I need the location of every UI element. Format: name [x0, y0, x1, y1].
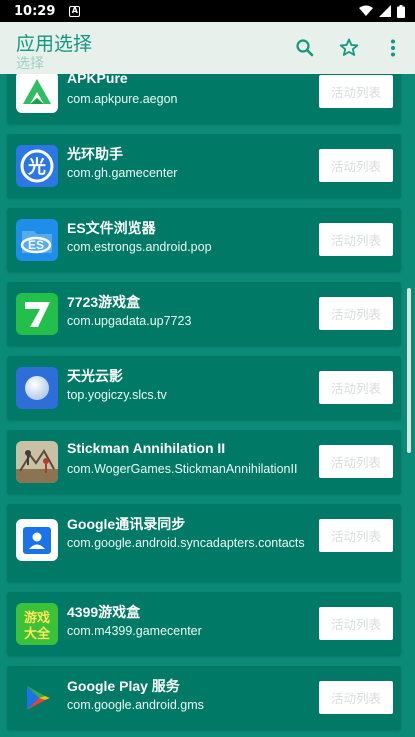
- activity-list-button[interactable]: 活动列表: [319, 681, 393, 714]
- es-file-icon: ES: [16, 219, 58, 261]
- app-name: 光环助手: [67, 146, 123, 162]
- appbar-actions: [293, 36, 405, 60]
- activity-list-button[interactable]: 活动列表: [319, 297, 393, 330]
- app-card-7723[interactable]: 7723游戏盒 com.upgadata.up7723 活动列表: [7, 282, 401, 346]
- app-package: com.google.android.gms: [67, 698, 204, 712]
- activity-list-button[interactable]: 活动列表: [319, 371, 393, 404]
- svg-text:游戏: 游戏: [24, 610, 50, 626]
- activity-list-button[interactable]: 活动列表: [319, 607, 393, 640]
- app-package: com.m4399.gamecenter: [67, 624, 202, 638]
- app-package: com.WogerGames.StickmanAnnihilationII: [67, 462, 298, 476]
- app-name: Stickman Annihilation II: [67, 440, 226, 456]
- app-card-4399[interactable]: 游戏 大全 4399游戏盒 com.m4399.gamecenter 活动列表: [7, 592, 401, 656]
- svg-text:ES: ES: [28, 238, 44, 252]
- app-name: Google Play 服务: [67, 678, 180, 694]
- app-name: ES文件浏览器: [67, 220, 156, 236]
- app-name: Google通讯录同步: [67, 516, 186, 532]
- app-package: com.upgadata.up7723: [67, 314, 192, 328]
- app-package: com.google.android.syncadapters.contacts: [67, 536, 305, 550]
- app-card-google-play-services[interactable]: Google Play 服务 com.google.android.gms 活动…: [7, 666, 401, 730]
- app-bar: 应用选择 选择: [0, 22, 415, 74]
- search-icon[interactable]: [293, 36, 317, 60]
- app-card-stickman[interactable]: Stickman Annihilation II com.WogerGames.…: [7, 430, 401, 494]
- app-package: com.apkpure.aegon: [67, 92, 178, 106]
- app-name: APKPure: [67, 74, 128, 86]
- app-package: com.estrongs.android.pop: [67, 240, 212, 254]
- app-card-google-contacts[interactable]: Google通讯录同步 com.google.android.syncadapt…: [7, 504, 401, 582]
- 4399-icon: 游戏 大全: [16, 603, 58, 645]
- app-card-apkpure[interactable]: APKPure com.apkpure.aegon 活动列表: [7, 74, 401, 124]
- more-vert-icon[interactable]: [381, 36, 405, 60]
- google-contacts-icon: [16, 519, 58, 561]
- guanghuan-icon: 光: [16, 145, 58, 187]
- signal-icon: [379, 5, 391, 17]
- overlapped-text: 选择: [16, 56, 44, 72]
- app-name: 7723游戏盒: [67, 294, 141, 310]
- apkpure-icon: [16, 74, 58, 113]
- scrollbar[interactable]: [407, 288, 411, 453]
- app-name: 天光云影: [67, 368, 123, 384]
- app-package: com.gh.gamecenter: [67, 166, 178, 180]
- google-play-services-icon: [16, 677, 58, 719]
- activity-list-button[interactable]: 活动列表: [319, 149, 393, 182]
- app-card-guanghuan[interactable]: 光 光环助手 com.gh.gamecenter 活动列表: [7, 134, 401, 198]
- app-card-es[interactable]: ES ES文件浏览器 com.estrongs.android.pop 活动列表: [7, 208, 401, 272]
- svg-text:光: 光: [27, 156, 46, 178]
- star-outline-icon[interactable]: [337, 36, 361, 60]
- tianguang-icon: [16, 367, 58, 409]
- stickman-icon: [16, 441, 58, 483]
- status-time: 10:29: [14, 3, 56, 19]
- app-card-tianguang[interactable]: 天光云影 top.yogiczy.slcs.tv 活动列表: [7, 356, 401, 420]
- wifi-icon: [359, 5, 373, 16]
- activity-list-button[interactable]: 活动列表: [319, 445, 393, 478]
- app-list: APKPure com.apkpure.aegon 活动列表 光 光环助手 co…: [0, 74, 415, 737]
- svg-text:大全: 大全: [24, 626, 51, 642]
- status-bar: 10:29 A: [0, 0, 415, 22]
- 7723-icon: [16, 293, 58, 335]
- activity-list-button[interactable]: 活动列表: [319, 519, 393, 552]
- app-package: top.yogiczy.slcs.tv: [67, 388, 167, 402]
- activity-list-button[interactable]: 活动列表: [319, 223, 393, 256]
- status-right: [359, 4, 405, 18]
- notification-a-icon: A: [69, 5, 81, 17]
- page-title: 应用选择: [16, 33, 93, 55]
- battery-icon: [397, 4, 405, 18]
- activity-list-button[interactable]: 活动列表: [319, 75, 393, 108]
- app-name: 4399游戏盒: [67, 604, 141, 620]
